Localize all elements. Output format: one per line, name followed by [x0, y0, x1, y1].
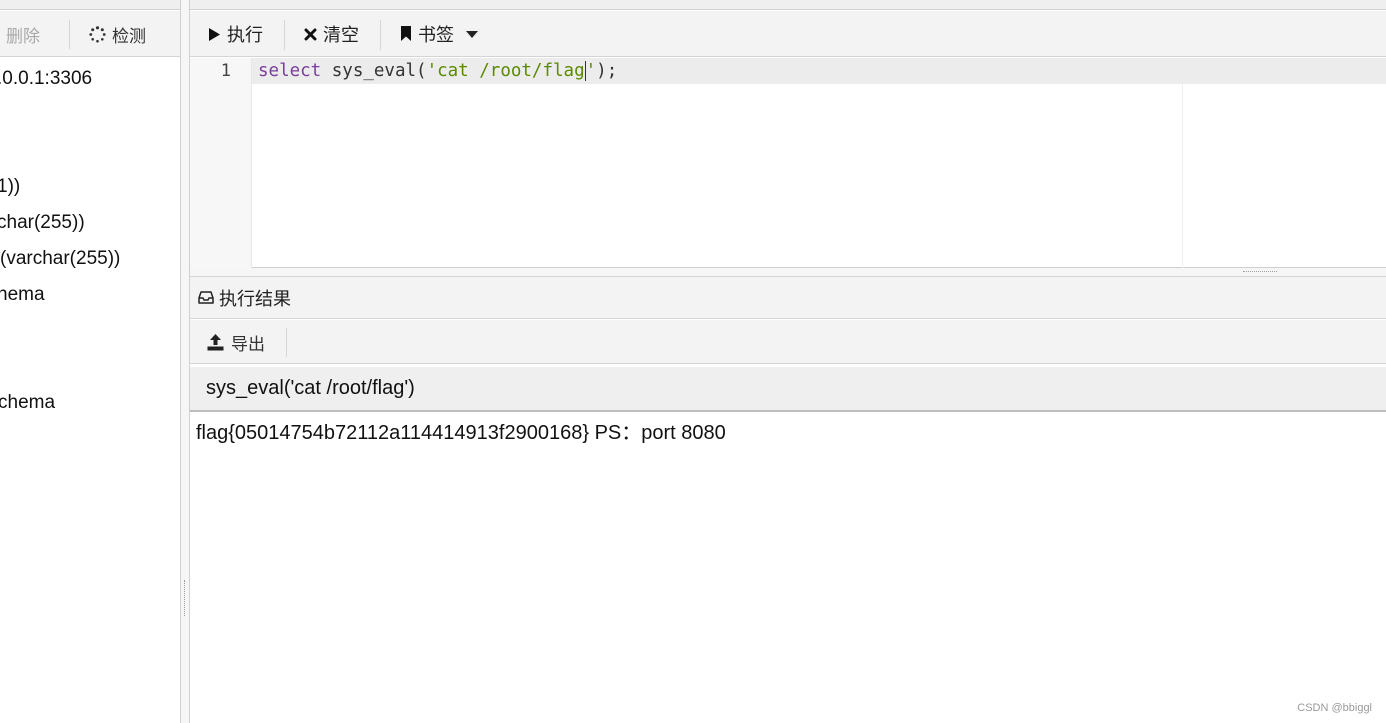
code-keyword: select — [258, 61, 322, 81]
bookmark-icon — [400, 26, 412, 42]
spinner-icon — [89, 25, 106, 43]
execute-button[interactable]: 执行 — [208, 11, 263, 57]
watermark: CSDN @bbiggl — [1297, 702, 1372, 714]
close-icon — [304, 28, 317, 41]
results-panel-header: 执行结果 — [190, 276, 1386, 319]
main-top-strip — [190, 0, 1386, 10]
tree-item-connection[interactable]: .0.0.1:3306 — [0, 68, 92, 90]
sidebar-top-strip — [0, 0, 180, 10]
delete-button[interactable]: 删除 — [0, 11, 40, 57]
inbox-icon — [198, 291, 214, 304]
results-toolbar-separator — [286, 328, 287, 357]
toolbar-separator — [284, 20, 285, 50]
editor-print-margin — [1182, 84, 1183, 268]
check-button-label: 检测 — [112, 26, 146, 47]
sidebar-toolbar: 删除 检测 — [0, 11, 180, 57]
bookmarks-button[interactable]: 书签 — [400, 11, 478, 57]
export-button-label: 导出 — [231, 334, 265, 355]
editor-toolbar: 执行 清空 书签 — [190, 11, 1386, 57]
vertical-splitter[interactable] — [181, 0, 190, 723]
sql-workspace: 执行 清空 书签 1 select sys_eval('cat /root/fl… — [190, 0, 1386, 723]
sidebar-toolbar-separator — [69, 20, 70, 49]
sql-editor[interactable]: 1 select sys_eval('cat /root/flag'); — [190, 58, 1386, 268]
bookmarks-button-label: 书签 — [418, 25, 454, 46]
clear-button[interactable]: 清空 — [304, 11, 359, 57]
results-title: 执行结果 — [219, 288, 291, 310]
tree-item-schema[interactable]: hema — [0, 284, 45, 306]
clear-button-label: 清空 — [323, 25, 359, 46]
line-number: 1 — [220, 61, 231, 81]
delete-button-label: 删除 — [6, 26, 40, 47]
code-line[interactable]: select sys_eval('cat /root/flag'); — [258, 58, 617, 84]
play-icon — [208, 27, 221, 42]
code-function-call: sys_eval( — [321, 61, 427, 81]
results-toolbar: 导出 — [190, 320, 1386, 364]
horizontal-splitter[interactable] — [190, 268, 1386, 276]
caret-down-icon — [466, 30, 478, 38]
toolbar-separator — [380, 20, 381, 50]
upload-icon — [207, 333, 224, 351]
check-button[interactable]: 检测 — [89, 11, 146, 57]
splitter-grip — [1243, 271, 1277, 272]
tree-item-column[interactable]: char(255)) — [0, 212, 85, 234]
export-button[interactable]: 导出 — [207, 320, 265, 364]
tree-item-schema[interactable]: chema — [0, 392, 55, 414]
code-tail: ); — [596, 61, 618, 81]
code-string: 'cat /root/flag — [426, 61, 585, 81]
execute-button-label: 执行 — [227, 25, 263, 46]
result-column-header[interactable]: sys_eval('cat /root/flag') — [190, 367, 1386, 412]
line-number-gutter — [190, 58, 252, 268]
tree-item-column[interactable]: 1)) — [0, 176, 20, 198]
result-cell[interactable]: flag{05014754b72112a114414913f2900168} P… — [196, 418, 726, 448]
tree-item-column[interactable]: (varchar(255)) — [0, 248, 120, 270]
splitter-grip — [184, 580, 185, 616]
code-string-quote: ' — [585, 61, 597, 81]
connection-sidebar: 删除 检测 .0.0.1:3306 1)) char(255)) (varcha… — [0, 0, 181, 723]
